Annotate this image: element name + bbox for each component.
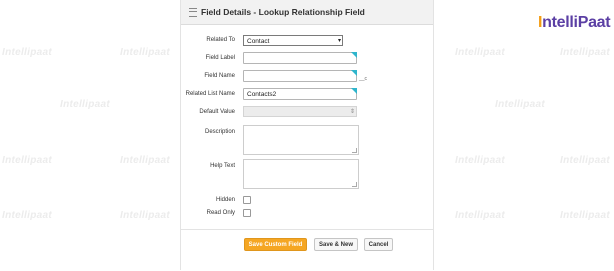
watermark: Intellipaat [560, 210, 610, 221]
watermark: Intellipaat [2, 210, 52, 221]
brand-logo: IntelliPaat [538, 14, 611, 31]
field-label-input[interactable] [243, 52, 357, 64]
select-updown-icon: ⇕ [349, 109, 355, 115]
button-bar: Save Custom Field Save & New Cancel [181, 229, 433, 271]
help-text-textarea[interactable] [243, 159, 359, 189]
default-value-row: Default Value ⇕ [181, 106, 433, 117]
resize-grip-icon[interactable] [352, 148, 357, 153]
watermark: Intellipaat [60, 99, 110, 110]
watermark: Intellipaat [120, 47, 170, 58]
watermark: Intellipaat [560, 155, 610, 166]
watermark: Intellipaat [495, 99, 545, 110]
save-custom-field-button[interactable]: Save Custom Field [244, 238, 307, 251]
related-list-name-input[interactable]: Contacts2 [243, 88, 357, 100]
field-name-input[interactable] [243, 70, 357, 82]
related-list-name-row: Related List Name Contacts2 [181, 88, 433, 100]
description-label: Description [204, 129, 235, 135]
save-and-new-button[interactable]: Save & New [314, 238, 358, 251]
watermark: Intellipaat [2, 155, 52, 166]
default-value-label: Default Value [199, 109, 235, 115]
help-text-label: Help Text [210, 163, 235, 169]
watermark: Intellipaat [120, 155, 170, 166]
read-only-label: Read Only [206, 210, 235, 216]
field-label-row: Field Label [181, 52, 433, 64]
field-label-label: Field Label [205, 55, 235, 61]
cancel-button[interactable]: Cancel [364, 238, 393, 251]
default-value-select[interactable]: ⇕ [243, 106, 357, 117]
related-to-select[interactable]: Contact ▾ [243, 35, 343, 46]
watermark: Intellipaat [455, 155, 505, 166]
watermark: Intellipaat [2, 47, 52, 58]
required-flag-icon [351, 88, 357, 94]
hidden-label: Hidden [215, 197, 235, 203]
watermark: Intellipaat [455, 47, 505, 58]
related-to-row: Related To Contact ▾ [181, 35, 433, 46]
list-icon [189, 7, 197, 17]
api-suffix: __c [359, 76, 368, 82]
required-flag-icon [351, 70, 357, 76]
field-details-panel: Field Details - Lookup Relationship Fiel… [180, 0, 434, 270]
page-title: Field Details - Lookup Relationship Fiel… [201, 7, 365, 17]
required-flag-icon [351, 52, 357, 58]
watermark: Intellipaat [455, 210, 505, 221]
panel-header: Field Details - Lookup Relationship Fiel… [181, 0, 433, 25]
related-to-label: Related To [206, 37, 235, 43]
related-list-name-label: Related List Name [185, 91, 235, 97]
description-row: Description [181, 125, 433, 155]
hidden-checkbox[interactable] [243, 196, 251, 204]
watermark: Intellipaat [120, 210, 170, 221]
select-arrow-icon: ▾ [337, 38, 341, 44]
help-text-row: Help Text [181, 159, 433, 189]
read-only-checkbox[interactable] [243, 209, 251, 217]
resize-grip-icon[interactable] [352, 182, 357, 187]
watermark: Intellipaat [560, 47, 610, 58]
field-name-row: Field Name __c [181, 70, 433, 82]
description-textarea[interactable] [243, 125, 359, 155]
field-name-label: Field Name [204, 73, 235, 79]
